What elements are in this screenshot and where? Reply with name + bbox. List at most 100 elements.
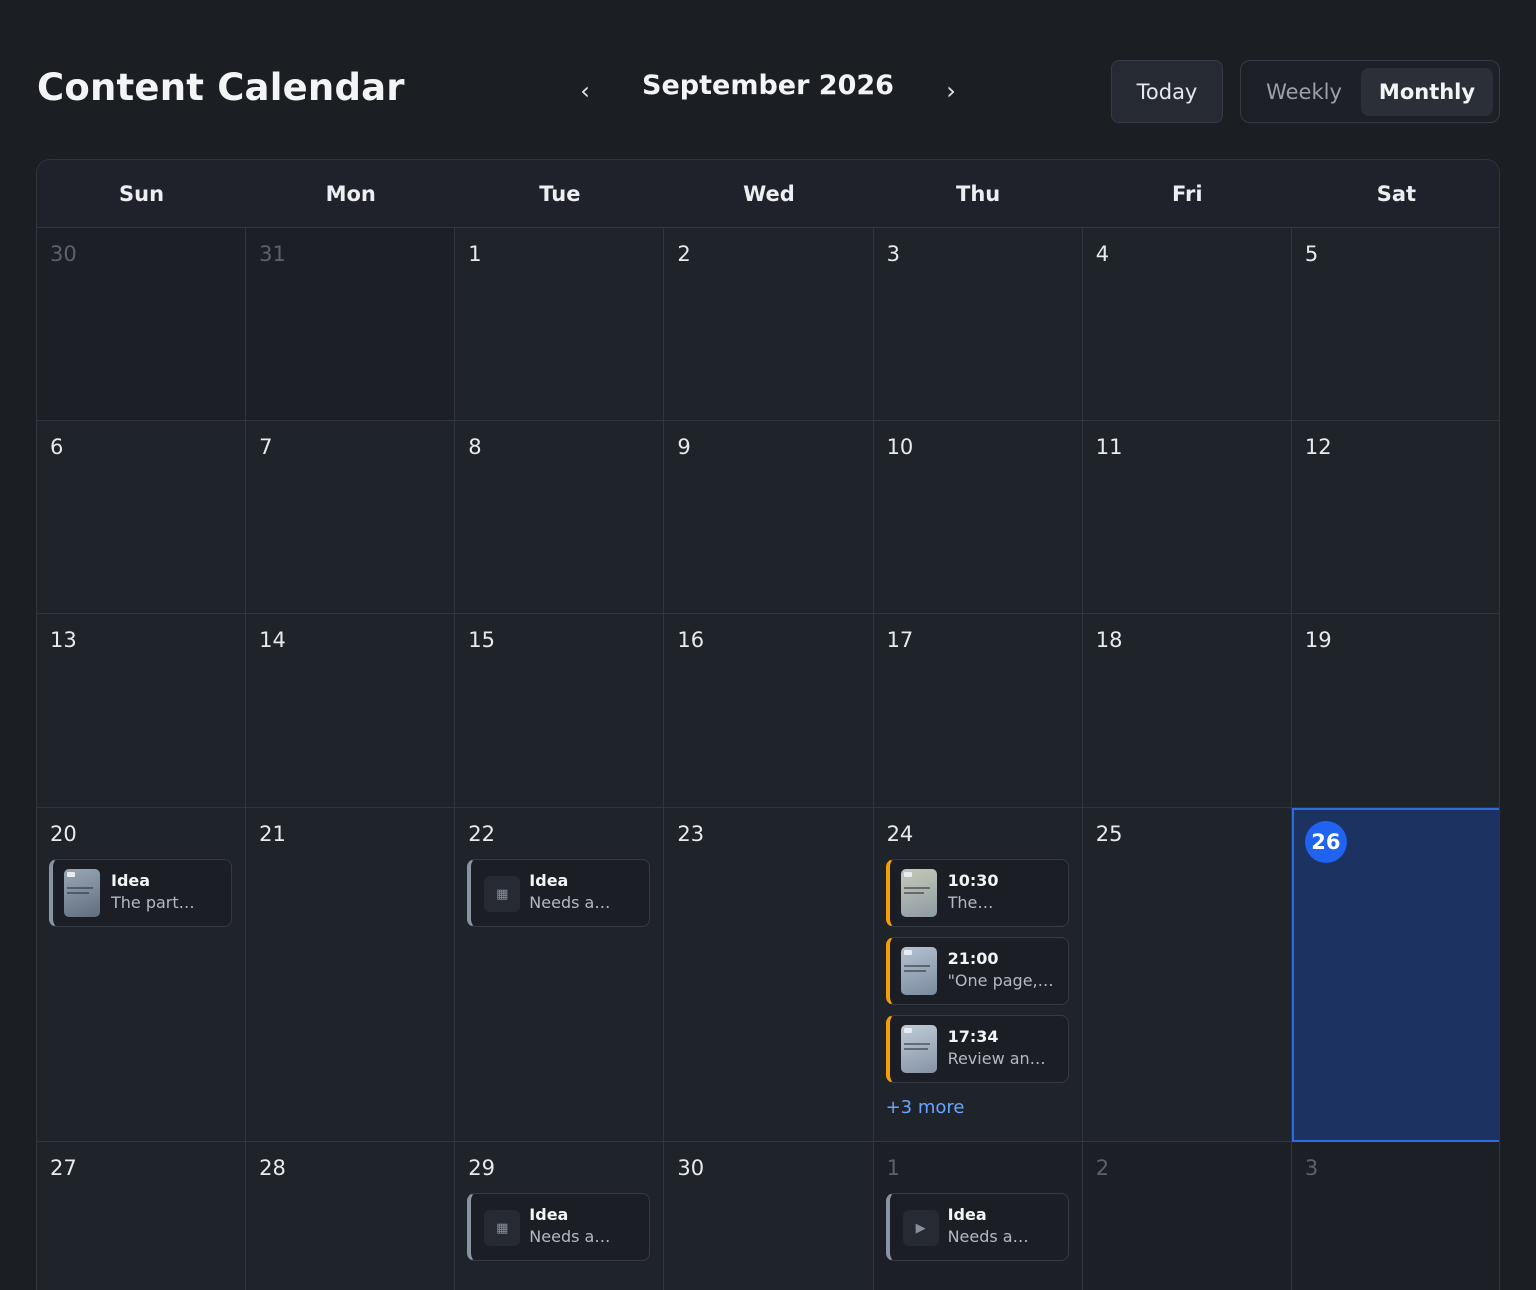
day-cell[interactable]: 2 [1082,1142,1292,1290]
day-cell[interactable]: 17 [873,614,1083,808]
day-number: 25 [1095,822,1123,846]
day-events: ▦ Idea Needs a… [467,1193,651,1261]
weekly-view-button[interactable]: Weekly [1249,68,1359,116]
event-card-scheduled[interactable]: 17:34 Review an… [885,1015,1069,1083]
post-thumbnail [900,1025,937,1073]
day-number: 3 [886,242,900,266]
day-number: 22 [468,822,496,846]
post-thumbnail [900,869,937,917]
day-cell[interactable]: 21 [246,808,456,1142]
weekday-label: Tue [539,181,581,206]
event-subtitle: The… [947,893,994,912]
day-number: 31 [259,242,286,266]
day-cell-today[interactable]: 26 [1291,808,1499,1142]
event-card-idea[interactable]: ▦ Idea Needs a… [467,859,651,927]
day-cell[interactable]: 27 [37,1142,247,1290]
day-cell[interactable]: 30 [664,1142,874,1290]
day-number: 13 [50,628,77,652]
day-cell[interactable]: 6 [37,421,247,614]
day-number: 16 [677,628,705,652]
event-subtitle: "One page,… [947,971,1054,990]
more-events-link[interactable]: +3 more [886,1097,1070,1118]
day-cell[interactable]: 18 [1082,614,1292,808]
day-cell[interactable]: 15 [455,614,665,808]
day-cell[interactable]: 3 [1291,1142,1499,1290]
weekday-header-row: Sun Mon Tue Wed Thu Fri Sat [37,160,1499,228]
day-number: 2 [1095,1156,1110,1180]
monthly-view-button[interactable]: Monthly [1361,68,1493,116]
day-number: 1 [886,1156,900,1180]
day-number: 24 [886,822,914,846]
event-subtitle: Needs a… [529,893,611,912]
day-cell[interactable]: 30 [37,228,247,421]
day-cell[interactable]: 14 [246,614,456,808]
event-subtitle: Needs a… [947,1227,1029,1246]
day-number: 15 [468,628,496,652]
day-number: 28 [259,1156,286,1180]
day-cell[interactable]: 23 [664,808,874,1142]
day-cell[interactable]: 7 [246,421,456,614]
day-cell[interactable]: 28 [246,1142,456,1290]
today-day-badge: 26 [1304,821,1347,863]
previous-month-button[interactable]: ‹ [568,74,602,108]
video-placeholder-icon: ▶ [902,1210,939,1246]
chevron-left-icon: ‹ [580,77,590,105]
day-cell[interactable]: 25 [1082,808,1292,1142]
calendar-header: Content Calendar ‹ September 2026 › Toda… [0,0,1536,150]
page-title: Content Calendar [37,66,405,109]
day-number: 29 [468,1156,496,1180]
day-number: 11 [1095,435,1123,459]
event-card-idea[interactable]: ▶ Idea Needs a… [885,1193,1069,1261]
day-number: 4 [1095,242,1110,266]
day-cell[interactable]: 29 ▦ Idea Needs a… [455,1142,665,1290]
day-cell[interactable]: 9 [664,421,874,614]
month-calendar: Sun Mon Tue Wed Thu Fri Sat 30 31 1 2 3 … [36,159,1500,1290]
day-number: 2 [677,242,691,266]
day-cell[interactable]: 24 10:30 The… 21:00 "One page,… 17:34 Re… [873,808,1083,1142]
image-placeholder-icon: ▦ [484,876,521,912]
day-cell[interactable]: 22 ▦ Idea Needs a… [455,808,665,1142]
day-number: 30 [50,242,77,266]
day-cell[interactable]: 12 [1291,421,1499,614]
day-number: 27 [50,1156,77,1180]
event-card-scheduled[interactable]: 21:00 "One page,… [885,937,1069,1005]
event-time: 21:00 [947,949,999,968]
day-number: 10 [886,435,914,459]
day-cell[interactable]: 5 [1291,228,1499,421]
day-events: ▶ Idea Needs a… [885,1193,1070,1261]
today-button[interactable]: Today [1111,60,1223,123]
post-thumbnail [900,947,937,995]
day-cell[interactable]: 20 Idea The part… [37,808,247,1142]
day-number: 30 [677,1156,705,1180]
weekday-label: Sat [1376,181,1417,206]
event-time: 10:30 [947,871,999,890]
event-card-idea[interactable]: Idea The part… [49,859,232,927]
day-number: 21 [259,822,286,846]
day-number: 23 [677,822,705,846]
post-thumbnail [64,869,100,917]
day-cell[interactable]: 11 [1082,421,1292,614]
day-cell[interactable]: 13 [37,614,247,808]
event-time: 17:34 [947,1027,999,1046]
day-cell[interactable]: 2 [664,228,874,421]
day-cell[interactable]: 19 [1291,614,1499,808]
view-toggle: Weekly Monthly [1240,60,1500,123]
day-cell[interactable]: 3 [873,228,1083,421]
event-title: Idea [529,871,569,890]
event-card-scheduled[interactable]: 10:30 The… [885,859,1069,927]
day-events: Idea The part… [49,859,233,927]
day-cell[interactable]: 31 [246,228,456,421]
day-cell[interactable]: 1 [455,228,665,421]
day-cell[interactable]: 4 [1082,228,1292,421]
day-number: 14 [259,628,286,652]
day-cell[interactable]: 16 [664,614,874,808]
event-card-idea[interactable]: ▦ Idea Needs a… [467,1193,651,1261]
next-month-button[interactable]: › [934,74,968,108]
day-number: 19 [1304,628,1332,652]
weekday-label: Sun [119,181,165,206]
day-cell[interactable]: 1 ▶ Idea Needs a… [873,1142,1083,1290]
image-placeholder-icon: ▦ [484,1210,521,1246]
day-cell[interactable]: 8 [455,421,665,614]
current-month-label: September 2026 [642,70,894,101]
day-cell[interactable]: 10 [873,421,1083,614]
